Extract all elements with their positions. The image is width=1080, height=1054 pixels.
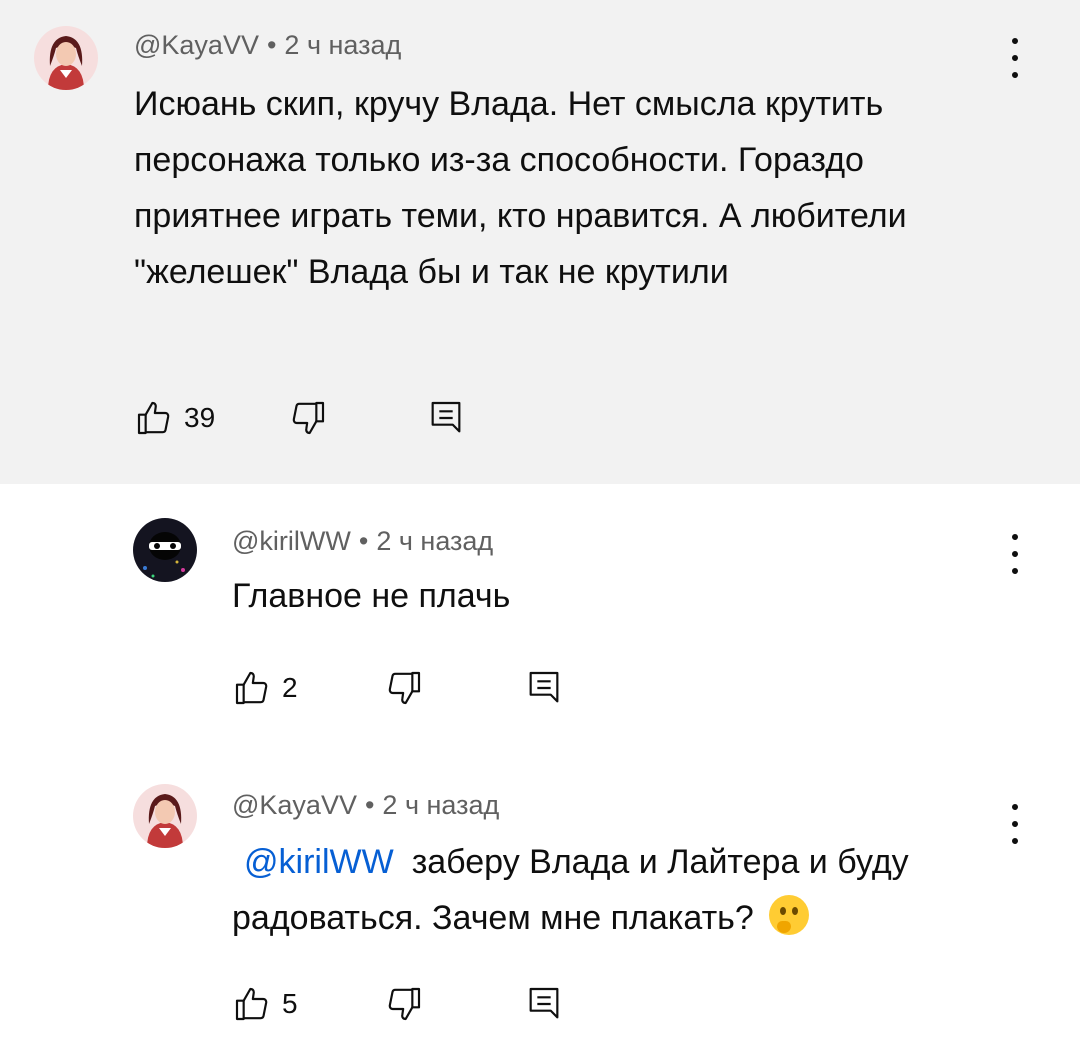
meta-separator: • bbox=[266, 30, 277, 60]
meta-separator: • bbox=[364, 790, 375, 820]
comment-text: Исюань скип, кручу Влада. Нет смысла кру… bbox=[134, 85, 907, 291]
comment-text: @kirilWW заберу Влада и Лайтера и буду ра… bbox=[232, 834, 1012, 946]
like-icon bbox=[235, 671, 268, 705]
timestamp[interactable]: 2 ч назад bbox=[382, 790, 499, 820]
comment-actions: 39 bbox=[134, 394, 494, 442]
avatar[interactable] bbox=[133, 518, 197, 582]
comment-actions: 5 bbox=[232, 980, 592, 1028]
comment-meta: @KayaVV • 2 ч назад bbox=[232, 790, 499, 821]
meta-separator: • bbox=[358, 526, 369, 556]
comment-meta: @kirilWW • 2 ч назад bbox=[232, 526, 493, 557]
avatar[interactable] bbox=[133, 784, 197, 848]
avatar[interactable] bbox=[34, 26, 98, 90]
reply-icon bbox=[529, 987, 559, 1019]
comment-1: @KayaVV • 2 ч назад Исюань скип, кручу Вла… bbox=[0, 0, 1080, 484]
like-button[interactable]: 39 bbox=[134, 394, 215, 442]
like-icon bbox=[235, 987, 268, 1021]
dislike-icon bbox=[388, 671, 421, 705]
dislike-button[interactable] bbox=[288, 394, 328, 442]
comment-3: @KayaVV • 2 ч назад @kirilWW заберу Влада и… bbox=[0, 754, 1080, 1054]
comment-text: Главное не плачь bbox=[232, 577, 511, 615]
author-name[interactable]: @KayaVV bbox=[232, 790, 357, 820]
like-icon bbox=[137, 401, 170, 435]
dislike-icon bbox=[292, 401, 325, 435]
like-button[interactable]: 2 bbox=[232, 664, 298, 712]
reply-button[interactable] bbox=[524, 664, 564, 712]
reply-button[interactable] bbox=[524, 980, 564, 1028]
mention-link[interactable]: @kirilWW bbox=[244, 843, 394, 881]
like-button[interactable]: 5 bbox=[232, 980, 298, 1028]
like-count: 5 bbox=[282, 988, 298, 1019]
author-name[interactable]: @KayaVV bbox=[134, 30, 259, 60]
dislike-button[interactable] bbox=[384, 980, 424, 1028]
author-name[interactable]: @kirilWW bbox=[232, 526, 351, 556]
comment-meta: @KayaVV • 2 ч назад bbox=[134, 30, 401, 61]
like-count: 2 bbox=[282, 672, 298, 703]
reply-icon bbox=[431, 401, 461, 433]
reply-icon bbox=[529, 671, 559, 703]
timestamp[interactable]: 2 ч назад bbox=[284, 30, 401, 60]
thinking-face-emoji bbox=[769, 895, 810, 935]
reply-button[interactable] bbox=[426, 394, 466, 442]
more-vert-icon[interactable] bbox=[1010, 38, 1020, 78]
dislike-button[interactable] bbox=[384, 664, 424, 712]
like-count: 39 bbox=[184, 402, 216, 433]
comment-actions: 2 bbox=[232, 664, 592, 712]
comment-2: @kirilWW • 2 ч назад Главное не плачь 2 bbox=[0, 484, 1080, 754]
timestamp[interactable]: 2 ч назад bbox=[376, 526, 493, 556]
dislike-icon bbox=[388, 987, 421, 1021]
